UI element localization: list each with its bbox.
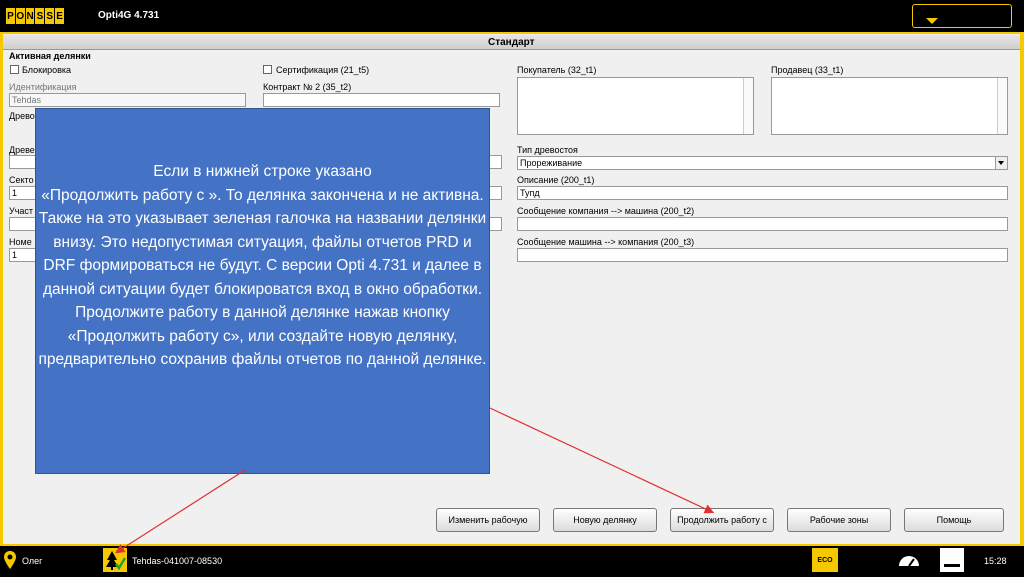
- logo-letter: O: [16, 8, 26, 24]
- number-label: Номе: [9, 237, 32, 247]
- continue-work-button[interactable]: Продолжить работу с: [670, 508, 774, 532]
- certification-checkbox[interactable]: [263, 65, 272, 74]
- msg-machine-company-label: Сообщение машина --> компания (200_t3): [517, 237, 695, 247]
- logo-letter: S: [45, 8, 56, 24]
- wood-label: Древо: [9, 111, 35, 121]
- ponsse-logo: P O N S S E: [6, 8, 64, 24]
- middle-field-edge[interactable]: [488, 186, 502, 200]
- msg-company-machine-label: Сообщение компания --> машина (200_t2): [517, 206, 695, 216]
- menu-dropdown-button[interactable]: [912, 4, 1012, 28]
- logo-letter: E: [56, 10, 63, 22]
- chevron-down-icon[interactable]: [995, 157, 1007, 169]
- scrollbar[interactable]: [997, 78, 1007, 134]
- sector-label: Секто: [9, 175, 34, 185]
- identification-field[interactable]: Tehdas: [9, 93, 246, 107]
- seller-label: Продавец (33_t1): [771, 65, 844, 75]
- middle-field-edge[interactable]: [488, 155, 502, 169]
- contract-field[interactable]: [263, 93, 500, 107]
- buyer-textarea[interactable]: [517, 77, 754, 135]
- clock: 15:28: [984, 556, 1007, 566]
- pin-icon: [4, 551, 16, 569]
- plot-file-name: Tehdas-041007-08530: [132, 556, 223, 566]
- chevron-down-icon: [926, 18, 938, 24]
- new-plot-button[interactable]: Новую делянку: [553, 508, 657, 532]
- app-title: Opti4G 4.731: [98, 10, 160, 21]
- identification-label: Идентификация: [9, 82, 77, 92]
- scrollbar[interactable]: [743, 78, 753, 134]
- screen-icon[interactable]: [940, 548, 964, 572]
- overlay-text: Если в нижней строке указано «Продолжить…: [38, 163, 487, 368]
- section-title: Активная делянки: [9, 51, 91, 61]
- eco-icon[interactable]: ECO: [812, 548, 838, 572]
- middle-field-edge[interactable]: [488, 217, 502, 231]
- seller-textarea[interactable]: [771, 77, 1008, 135]
- logo-letter: N: [26, 8, 36, 24]
- lock-label: Блокировка: [22, 65, 72, 75]
- help-button[interactable]: Помощь: [904, 508, 1004, 532]
- operator-name: Олег: [22, 556, 43, 566]
- buyer-label: Покупатель (32_t1): [517, 65, 597, 75]
- tree-check-icon[interactable]: [103, 548, 127, 572]
- msg-machine-company-field[interactable]: [517, 248, 1008, 262]
- msg-company-machine-field[interactable]: [517, 217, 1008, 231]
- work-zones-button[interactable]: Рабочие зоны: [787, 508, 891, 532]
- gauge-icon[interactable]: [897, 548, 921, 572]
- contract-label: Контракт № 2 (35_t2): [263, 82, 352, 92]
- change-work-button[interactable]: Изменить рабочую: [436, 508, 540, 532]
- description-field[interactable]: Тупд: [517, 186, 1008, 200]
- wood-label: Древе: [9, 145, 35, 155]
- stand-type-label: Тип древостоя: [517, 145, 578, 155]
- stand-type-value: Прореживание: [520, 158, 583, 168]
- stand-type-select[interactable]: Прореживание: [517, 156, 1008, 170]
- plot-label: Участ: [9, 206, 34, 216]
- logo-letter: P: [6, 8, 16, 24]
- description-label: Описание (200_t1): [517, 175, 595, 185]
- panel-title: Стандарт: [488, 37, 535, 48]
- logo-letter: S: [35, 8, 46, 24]
- lock-checkbox[interactable]: [10, 65, 19, 74]
- certification-label: Сертификация (21_t5): [276, 65, 370, 75]
